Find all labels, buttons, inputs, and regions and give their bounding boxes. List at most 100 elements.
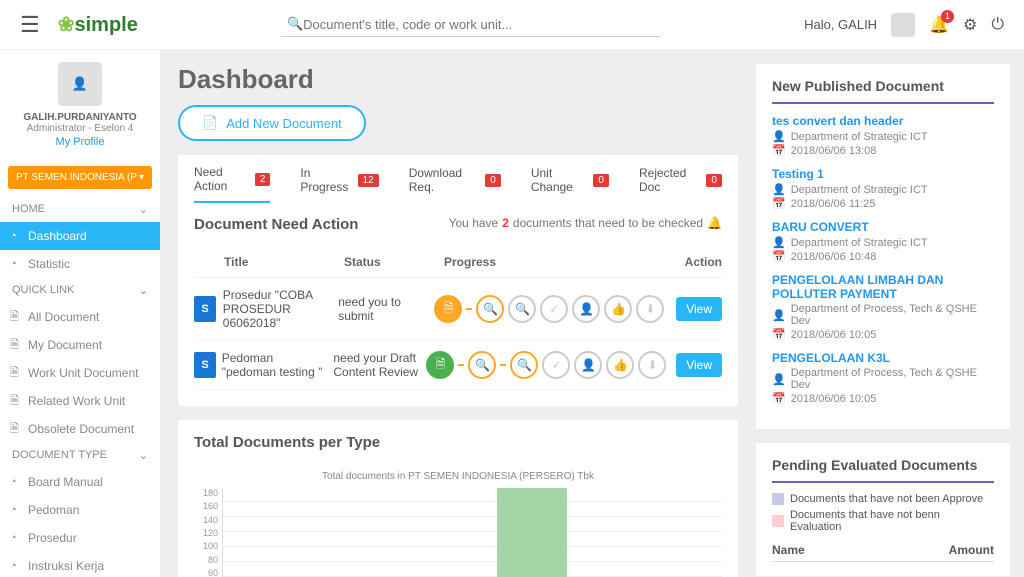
gauge-icon: ◔: [10, 230, 17, 242]
notifications-button[interactable]: 🔔 1: [929, 15, 949, 35]
profile-name: GALIH.PURDANIYANTO: [10, 112, 150, 123]
published-item-title[interactable]: PENGELOLAAN K3L: [772, 351, 994, 365]
org-selector[interactable]: PT SEMEN INDONESIA (P ▾: [8, 166, 152, 189]
panel-title-pending: Pending Evaluated Documents: [772, 457, 994, 483]
profile-avatar[interactable]: 👤: [58, 62, 102, 106]
step-icon: ✓: [540, 295, 568, 323]
sidebar-item-my-document[interactable]: 🗎 My Document: [0, 331, 160, 359]
logo[interactable]: ❀simple: [58, 12, 138, 37]
gauge-icon: ◔: [10, 476, 17, 488]
step-icon: 🗎: [426, 351, 454, 379]
sidebar-item-instruksi-kerja[interactable]: ◔Instruksi Kerja: [0, 552, 160, 577]
sidebar-item-dashboard[interactable]: ◔Dashboard: [0, 222, 160, 250]
doc-status: need your Draft Content Review: [333, 351, 426, 379]
sidebar-item-pedoman[interactable]: ◔Pedoman: [0, 496, 160, 524]
sidebar-item-label: Obsolete Document: [28, 422, 134, 436]
gear-icon: ⚙: [963, 17, 977, 34]
sidebar-section-doctype[interactable]: DOCUMENT TYPE⌄: [0, 443, 160, 468]
y-tick: 140: [203, 515, 218, 525]
user-icon: 👤: [772, 373, 786, 386]
panel-title-published: New Published Document: [772, 78, 994, 104]
step-icon: 🔍: [508, 295, 536, 323]
sidebar-section-quicklink[interactable]: QUICK LINK⌄: [0, 278, 160, 303]
view-button[interactable]: View: [676, 353, 722, 377]
hamburger-menu-icon[interactable]: ☰: [20, 12, 40, 38]
published-item: BARU CONVERT 👤Department of Strategic IC…: [772, 220, 994, 263]
th-title: Title: [224, 255, 344, 269]
published-item-date: 2018/06/06 11:25: [791, 198, 876, 210]
published-item-title[interactable]: BARU CONVERT: [772, 220, 994, 234]
sidebar-item-label: Related Work Unit: [28, 394, 125, 408]
sidebar-item-prosedur[interactable]: ◔ Prosedur: [0, 524, 160, 552]
file-icon: S: [194, 352, 216, 378]
step-icon: ⬇: [638, 351, 666, 379]
sidebar-item-label: Prosedur: [28, 531, 77, 545]
user-icon: 👤: [772, 309, 786, 322]
published-item-title[interactable]: Testing 1: [772, 167, 994, 181]
power-button[interactable]: ⏻: [991, 16, 1004, 34]
search-box[interactable]: 🔍: [281, 12, 661, 37]
published-item-title[interactable]: PENGELOLAAN LIMBAH DAN POLLUTER PAYMENT: [772, 273, 994, 301]
badge: 0: [485, 174, 501, 187]
th-progress: Progress: [444, 255, 662, 269]
tab-unit-change[interactable]: Unit Change0: [531, 165, 609, 203]
sidebar-item-all-document[interactable]: 🗎All Document: [0, 303, 160, 331]
y-tick: 60: [208, 568, 218, 577]
published-item-date: 2018/06/06 10:48: [791, 251, 877, 263]
sidebar-section-home[interactable]: HOME⌄: [0, 197, 160, 222]
gauge-icon: ◔: [10, 560, 17, 572]
avatar[interactable]: [891, 13, 915, 37]
badge: 2: [255, 173, 271, 186]
my-profile-link[interactable]: My Profile: [10, 136, 150, 148]
badge: 0: [706, 174, 722, 187]
th-amount: Amount: [949, 543, 994, 557]
step-icon: 🗎: [434, 295, 462, 323]
calendar-icon: 📅: [772, 250, 786, 263]
published-item-dept: Department of Process, Tech & QSHE Dev: [791, 367, 994, 391]
published-item: tes convert dan header 👤Department of St…: [772, 114, 994, 157]
chevron-down-icon: ▾: [139, 172, 144, 183]
gauge-icon: ◔: [10, 258, 17, 270]
legend-label: Documents that have not been Approve: [790, 493, 983, 505]
sidebar-item-board-manual[interactable]: ◔Board Manual: [0, 468, 160, 496]
sidebar-item-obsolete-document[interactable]: 🗎 Obsolete Document: [0, 415, 160, 443]
tab-in-progress[interactable]: In Progress12: [300, 165, 378, 203]
tab-need-action[interactable]: Need Action2: [194, 165, 270, 203]
search-icon: 🔍: [287, 16, 303, 32]
published-item-dept: Department of Strategic ICT: [791, 184, 928, 196]
doc-title: Pedoman "pedoman testing ": [222, 351, 334, 379]
doc-icon: 🗎: [10, 336, 19, 355]
sidebar-item-statistic[interactable]: ◔Statistic: [0, 250, 160, 278]
tab-rejected-doc[interactable]: Rejected Doc0: [639, 165, 722, 203]
step-icon: 👍: [604, 295, 632, 323]
sidebar-item-related-work-unit[interactable]: 🗎Related Work Unit: [0, 387, 160, 415]
add-document-label: Add New Document: [226, 116, 342, 131]
gauge-icon: ◔: [10, 532, 17, 544]
doc-icon: 🗎: [10, 420, 19, 439]
tab-download-req[interactable]: Download Req.0: [409, 165, 501, 203]
y-tick: 80: [208, 555, 218, 565]
add-document-button[interactable]: 📄 Add New Document: [178, 105, 366, 141]
step-icon: 🔍: [476, 295, 504, 323]
bar-chart: 180 160 140 120 100 80 60: [194, 488, 722, 577]
chart-bar: [497, 488, 567, 577]
published-item-dept: Department of Strategic ICT: [791, 237, 928, 249]
sidebar-item-label: My Document: [28, 338, 102, 352]
view-button[interactable]: View: [676, 297, 722, 321]
step-icon: 👍: [606, 351, 634, 379]
chart-panel-title: Total Documents per Type: [194, 434, 722, 451]
step-icon: 🔍: [468, 351, 496, 379]
chevron-down-icon: ⌄: [139, 203, 148, 216]
notif-badge: 1: [941, 10, 954, 23]
calendar-icon: 📅: [772, 197, 786, 210]
search-input[interactable]: [303, 17, 655, 32]
th-status: Status: [344, 255, 444, 269]
calendar-icon: 📅: [772, 328, 786, 341]
sidebar-item-work-unit-document[interactable]: 🗎Work Unit Document: [0, 359, 160, 387]
chevron-down-icon: ⌄: [139, 449, 148, 462]
published-item: PENGELOLAAN K3L 👤 Department of Process, …: [772, 351, 994, 405]
y-tick: 180: [203, 488, 218, 498]
published-item-title[interactable]: tes convert dan header: [772, 114, 994, 128]
published-item-dept: Department of Process, Tech & QSHE Dev: [791, 303, 994, 327]
settings-button[interactable]: ⚙: [963, 15, 977, 35]
